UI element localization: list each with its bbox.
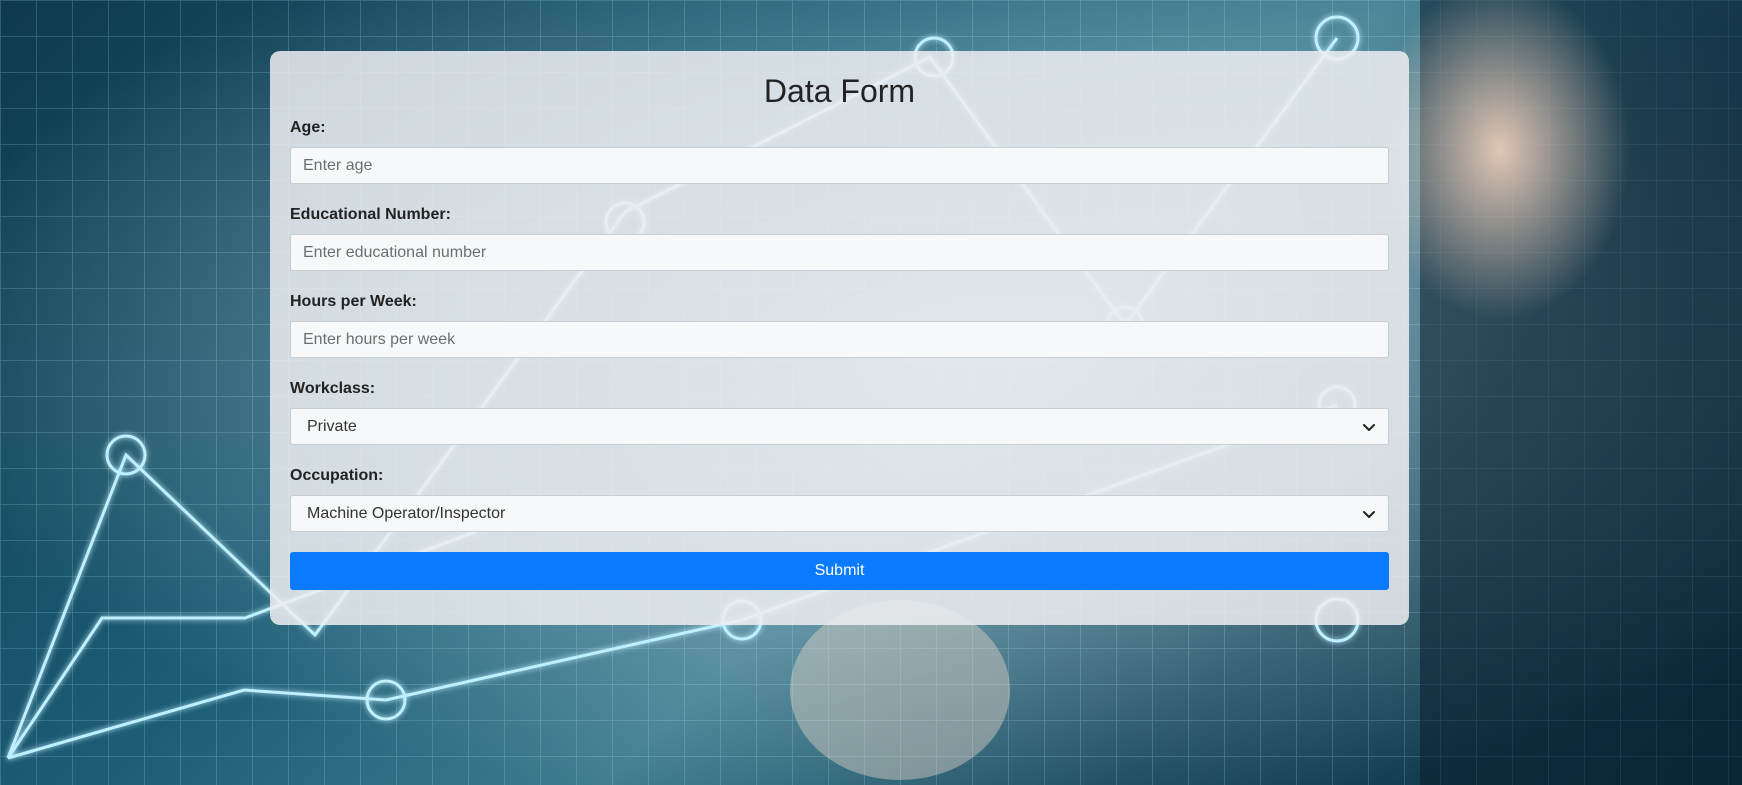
hours-per-week-label: Hours per Week:: [290, 293, 417, 310]
age-label: Age:: [290, 119, 326, 136]
age-input[interactable]: [290, 147, 1389, 184]
chevron-down-icon: [1363, 511, 1375, 518]
chevron-down-icon: [1363, 424, 1375, 431]
submit-button[interactable]: Submit: [290, 552, 1389, 590]
educational-number-label: Educational Number:: [290, 206, 451, 223]
workclass-label: Workclass:: [290, 380, 376, 397]
form-title: Data Form: [763, 73, 916, 109]
hours-per-week-input[interactable]: [290, 321, 1389, 358]
educational-number-input[interactable]: [290, 234, 1389, 271]
occupation-label: Occupation:: [290, 467, 384, 484]
occupation-selected-value: Machine Operator/Inspector: [307, 504, 506, 522]
workclass-select[interactable]: Private: [290, 408, 1389, 445]
data-form-card: Data Form Age: Educational Number: Hours…: [270, 51, 1409, 625]
occupation-select[interactable]: Machine Operator/Inspector: [290, 495, 1389, 532]
workclass-selected-value: Private: [307, 417, 357, 435]
